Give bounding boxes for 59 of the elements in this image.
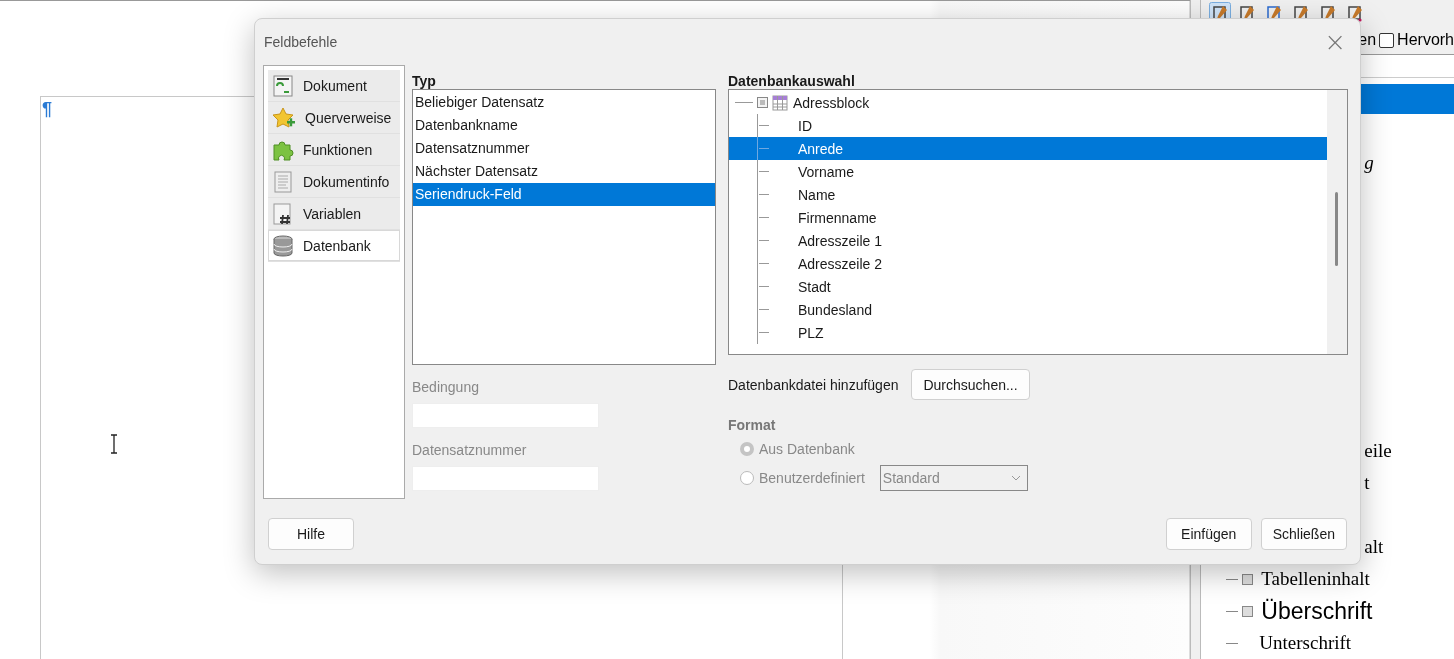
close-button[interactable]: × xyxy=(1320,29,1350,55)
style-item[interactable]: eile xyxy=(1364,440,1392,462)
section-label: Datenbankauswahl xyxy=(728,73,856,89)
expander-icon[interactable] xyxy=(757,97,768,108)
document-icon xyxy=(272,74,294,97)
category-tab[interactable]: Dokument xyxy=(268,70,400,102)
list-item[interactable]: Datensatznummer xyxy=(413,137,715,160)
style-item[interactable]: t xyxy=(1364,472,1370,494)
close-dialog-button[interactable]: Schließen xyxy=(1260,518,1347,550)
star-plus-icon xyxy=(272,106,296,129)
tree-item[interactable]: Vorname xyxy=(729,160,1327,183)
radio-label: Aus Datenbank xyxy=(759,441,855,457)
tree-item[interactable]: Adresszeile 2 xyxy=(729,252,1327,275)
tree-item[interactable]: Adresszeile 1 xyxy=(729,229,1327,252)
expander-icon[interactable] xyxy=(1242,573,1254,585)
insert-button[interactable]: Einfügen xyxy=(1165,518,1252,550)
list-item[interactable]: Nächster Datensatz xyxy=(413,160,715,183)
add-database-label: Datenbankdatei hinzufügen xyxy=(728,376,899,393)
section-label: Typ xyxy=(412,73,437,89)
tree-item[interactable]: Bundesland xyxy=(729,298,1327,321)
category-tab[interactable]: Datenbank xyxy=(268,230,400,262)
category-tab[interactable]: Variablen xyxy=(268,198,400,230)
style-item[interactable]: alt xyxy=(1364,536,1384,558)
puzzle-icon xyxy=(272,138,294,161)
radio-label: Benutzerdefiniert xyxy=(759,470,865,486)
text-cursor-icon xyxy=(110,434,118,454)
checkbox-label: Hervorh xyxy=(1397,31,1454,49)
list-item[interactable]: Beliebiger Datensatz xyxy=(413,91,715,114)
list-item[interactable]: Seriendruck-Feld xyxy=(413,183,715,206)
table-icon xyxy=(772,94,788,111)
tree-item[interactable]: PLZ xyxy=(729,321,1327,344)
checkbox[interactable] xyxy=(1379,32,1395,48)
hash-page-icon xyxy=(272,202,294,225)
tree-item[interactable]: ID xyxy=(729,114,1327,137)
style-item[interactable]: Tabelleninhalt xyxy=(1261,568,1370,590)
database-icon xyxy=(272,234,294,257)
tree-item[interactable]: Anrede xyxy=(729,137,1327,160)
help-button[interactable]: Hilfe xyxy=(268,518,354,550)
expander-icon[interactable] xyxy=(1242,605,1254,617)
text-page-icon xyxy=(272,170,294,193)
style-item[interactable]: Unterschrift xyxy=(1259,632,1352,654)
paragraph-mark: ¶ xyxy=(42,99,52,120)
list-item[interactable]: Datenbankname xyxy=(413,114,715,137)
section-label: Format xyxy=(728,417,777,433)
style-item[interactable]: Überschrift xyxy=(1261,597,1373,625)
field-label: Datensatznummer xyxy=(412,442,528,458)
tree-item[interactable]: Adressblock xyxy=(793,94,870,111)
tree-item[interactable]: Stadt xyxy=(729,275,1327,298)
tree-item[interactable]: Firmenname xyxy=(729,206,1327,229)
category-tab[interactable]: Querverweise xyxy=(268,102,400,134)
field-label: Bedingung xyxy=(412,379,480,395)
browse-button[interactable]: Durchsuchen... xyxy=(911,369,1030,400)
category-tab[interactable]: Funktionen xyxy=(268,134,400,166)
style-item[interactable]: g xyxy=(1364,152,1374,174)
scrollbar-thumb[interactable] xyxy=(1335,192,1338,266)
category-tab[interactable]: Dokumentinfo xyxy=(268,166,400,198)
tree-item[interactable]: Name xyxy=(729,183,1327,206)
window-title: Feldbefehle xyxy=(264,34,338,50)
chevron-down-icon xyxy=(1010,475,1021,481)
